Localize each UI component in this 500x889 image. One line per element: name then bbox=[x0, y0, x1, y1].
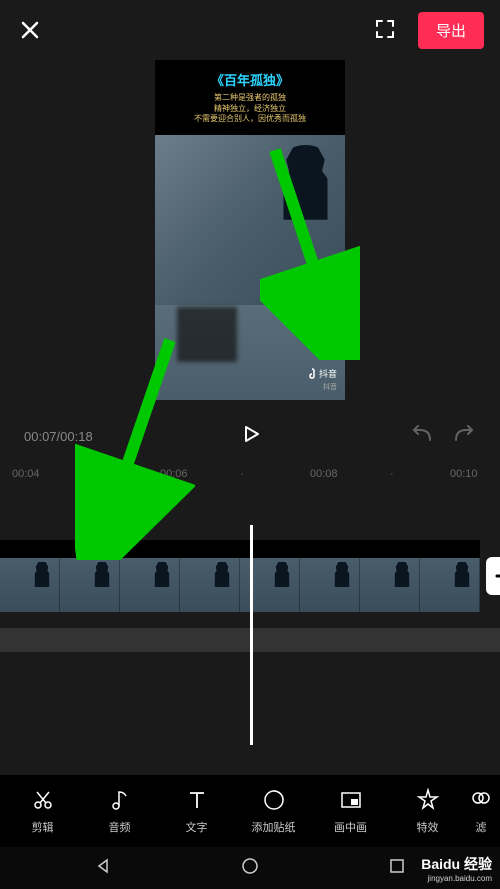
preview-text-line2: 精神独立，经济独立 bbox=[214, 104, 286, 114]
tool-label: 文字 bbox=[186, 819, 208, 835]
ruler-tick: 00:08 bbox=[310, 468, 338, 480]
filter-icon bbox=[469, 788, 493, 812]
nav-recent-button[interactable] bbox=[387, 856, 407, 881]
ruler-dot: · bbox=[390, 468, 394, 480]
ruler-tick: 00:10 bbox=[450, 468, 478, 480]
recent-square-icon bbox=[387, 856, 407, 876]
cut-icon bbox=[31, 788, 55, 812]
tool-pip[interactable]: 画中画 bbox=[312, 787, 389, 835]
top-right-controls: 导出 bbox=[374, 12, 484, 49]
tool-effects[interactable]: 特效 bbox=[389, 787, 466, 835]
fullscreen-icon bbox=[374, 18, 396, 40]
music-icon bbox=[108, 788, 132, 812]
tool-label: 音频 bbox=[109, 819, 131, 835]
clip-frame[interactable] bbox=[360, 540, 420, 612]
douyin-label: 抖音 bbox=[319, 367, 337, 380]
annotation-arrow-2 bbox=[75, 330, 195, 560]
nav-back-button[interactable] bbox=[93, 856, 113, 881]
timeline-area bbox=[0, 540, 500, 740]
ruler-tick: 00:04 bbox=[12, 468, 40, 480]
tool-edit[interactable]: 剪辑 bbox=[4, 787, 81, 835]
baidu-watermark: Baidu 经验 jingyan.baidu.com bbox=[421, 854, 492, 883]
preview-text-line3: 不需要迎合别人，因优秀而孤独 bbox=[194, 114, 306, 124]
douyin-icon bbox=[307, 368, 317, 380]
clip-frame[interactable] bbox=[420, 540, 480, 612]
preview-title: 《百年孤独》 bbox=[211, 70, 289, 89]
redo-button[interactable] bbox=[452, 424, 476, 449]
douyin-watermark: 抖音 bbox=[307, 367, 337, 380]
fullscreen-button[interactable] bbox=[374, 18, 398, 42]
play-icon bbox=[241, 424, 261, 444]
export-button[interactable]: 导出 bbox=[418, 12, 484, 49]
back-triangle-icon bbox=[93, 856, 113, 876]
tool-label: 特效 bbox=[417, 819, 439, 835]
current-time: 00:07 bbox=[24, 429, 57, 444]
undo-icon bbox=[410, 424, 434, 444]
watermark-sub: jingyan.baidu.com bbox=[421, 874, 492, 883]
tool-audio[interactable]: 音频 bbox=[81, 787, 158, 835]
effects-icon bbox=[416, 788, 440, 812]
tool-filter[interactable]: 滤 bbox=[466, 787, 496, 835]
tool-label: 滤 bbox=[476, 819, 487, 835]
undo-redo-group bbox=[410, 424, 476, 449]
play-button[interactable] bbox=[241, 424, 261, 449]
tool-text[interactable]: 文字 bbox=[158, 787, 235, 835]
douyin-sub-label: 抖音 bbox=[323, 382, 337, 392]
sticker-icon bbox=[262, 788, 286, 812]
home-circle-icon bbox=[240, 856, 260, 876]
ruler-dot: · bbox=[240, 468, 244, 480]
tool-label: 剪辑 bbox=[32, 819, 54, 835]
close-icon bbox=[19, 19, 41, 41]
bottom-toolbar: 剪辑 音频 文字 添加贴纸 画中画 特效 滤 bbox=[0, 774, 500, 847]
clip-frame[interactable] bbox=[0, 540, 60, 612]
watermark-main: Baidu 经验 bbox=[421, 854, 492, 874]
system-nav-bar: Baidu 经验 jingyan.baidu.com bbox=[0, 847, 500, 889]
text-icon bbox=[185, 788, 209, 812]
tool-label: 添加贴纸 bbox=[252, 819, 296, 835]
preview-text-line1: 第二种是强者的孤独 bbox=[214, 93, 286, 103]
clip-frame[interactable] bbox=[300, 540, 360, 612]
tool-sticker[interactable]: 添加贴纸 bbox=[235, 787, 312, 835]
playhead[interactable] bbox=[250, 525, 253, 745]
preview-title-area: 《百年孤独》 第二种是强者的孤独 精神独立，经济独立 不需要迎合别人，因优秀而孤… bbox=[155, 60, 345, 135]
redo-icon bbox=[452, 424, 476, 444]
plus-icon bbox=[494, 565, 500, 587]
tool-label: 画中画 bbox=[334, 819, 367, 835]
annotation-arrow-1 bbox=[260, 140, 360, 360]
pip-icon bbox=[339, 788, 363, 812]
close-button[interactable] bbox=[16, 16, 44, 44]
nav-home-button[interactable] bbox=[240, 856, 260, 881]
add-clip-button[interactable] bbox=[486, 557, 500, 595]
undo-button[interactable] bbox=[410, 424, 434, 449]
clip-frame[interactable] bbox=[240, 540, 300, 612]
top-bar: 导出 bbox=[0, 0, 500, 60]
